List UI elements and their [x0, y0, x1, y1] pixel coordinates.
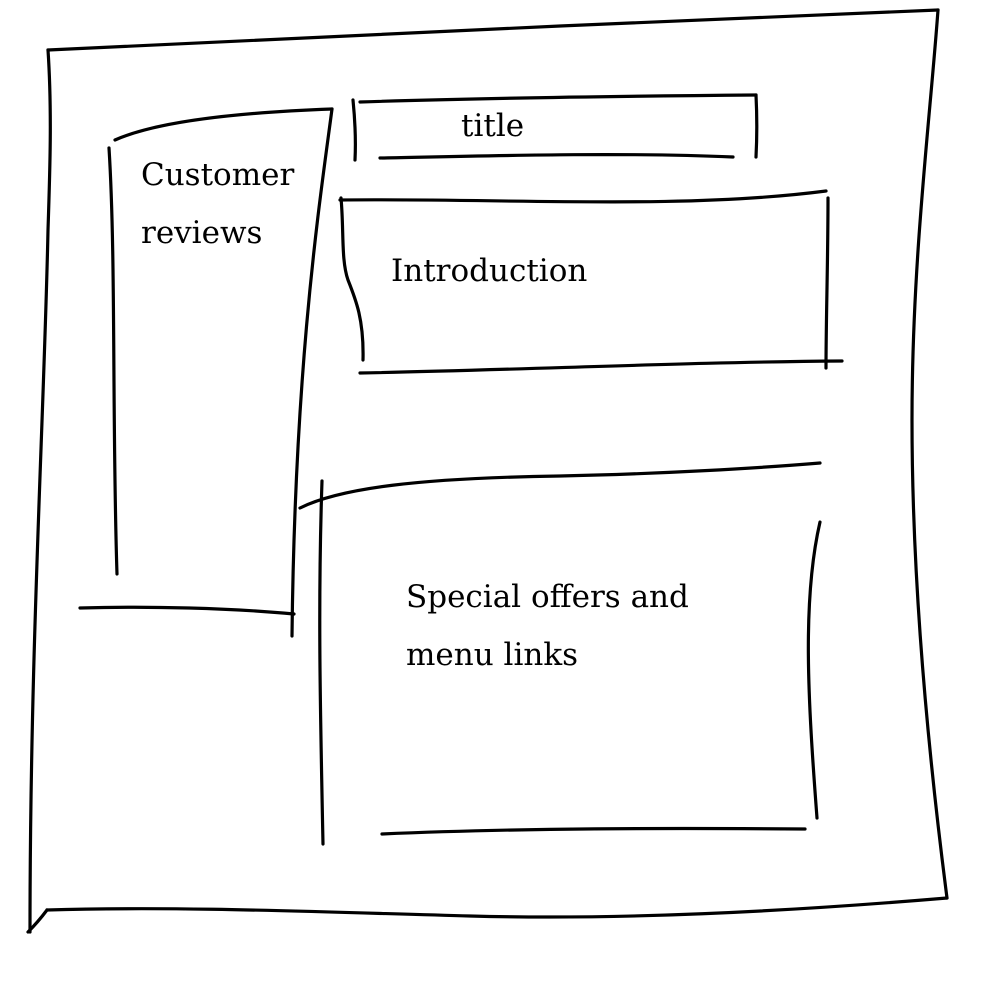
customer-reviews-line-1: Customer — [141, 157, 295, 193]
title-box — [351, 93, 759, 162]
introduction-text: Introduction — [391, 253, 588, 289]
introduction-label: Introduction — [391, 242, 587, 300]
title-text: title — [461, 108, 525, 144]
special-offers-line-1: Special offers and — [406, 579, 689, 615]
title-label: title — [461, 97, 524, 155]
special-offers-line-2: menu links — [406, 637, 579, 673]
customer-reviews-label: Customer reviews — [141, 146, 294, 262]
customer-reviews-line-2: reviews — [141, 215, 263, 251]
special-offers-label: Special offers and menu links — [406, 568, 689, 684]
